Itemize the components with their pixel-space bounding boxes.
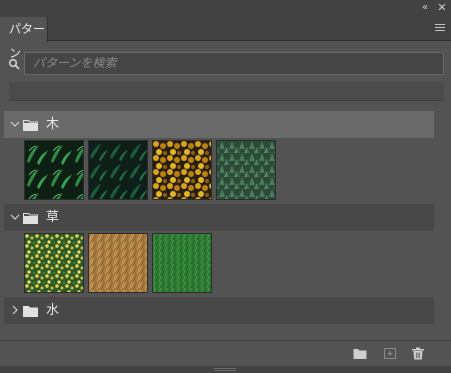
- new-group-folder-icon[interactable]: [353, 347, 367, 360]
- pattern-thumbnail[interactable]: [88, 233, 148, 293]
- chevron-right-icon[interactable]: [10, 305, 20, 315]
- resize-grip[interactable]: [0, 366, 451, 373]
- search-icon: [8, 58, 20, 70]
- group-label: 草: [46, 210, 60, 225]
- group-row-wood[interactable]: 木: [4, 111, 434, 138]
- close-icon[interactable]: ✕: [436, 2, 448, 14]
- group-label: 水: [46, 303, 60, 318]
- folder-icon: [23, 120, 38, 131]
- group-row-water[interactable]: 水: [4, 297, 434, 324]
- search-input[interactable]: パターンを検索: [24, 52, 444, 75]
- chevron-down-icon[interactable]: [10, 119, 20, 129]
- pattern-thumbnail[interactable]: [24, 233, 84, 293]
- add-icon[interactable]: [383, 347, 397, 360]
- panel-footer: [0, 340, 451, 365]
- pattern-thumbnail[interactable]: [24, 140, 84, 200]
- pattern-thumbnail[interactable]: [152, 140, 212, 200]
- hamburger-menu-icon[interactable]: [435, 24, 445, 33]
- folder-icon: [23, 306, 38, 317]
- trash-icon[interactable]: [411, 347, 425, 360]
- folder-icon: [23, 213, 38, 224]
- panel-title-strip: « ✕: [0, 0, 451, 17]
- pattern-thumbnail[interactable]: [152, 233, 212, 293]
- group-row-grass[interactable]: 草: [4, 204, 434, 231]
- panel-tab-bar: パターン: [0, 17, 451, 60]
- tab-patterns[interactable]: パターン: [0, 17, 48, 60]
- pattern-thumbnail[interactable]: [88, 140, 148, 200]
- pattern-thumbnail[interactable]: [216, 140, 276, 200]
- preset-strip: [9, 82, 444, 101]
- chevron-down-icon[interactable]: [10, 212, 20, 222]
- collapse-panel-icon[interactable]: «: [418, 2, 432, 14]
- group-label: 木: [46, 117, 60, 132]
